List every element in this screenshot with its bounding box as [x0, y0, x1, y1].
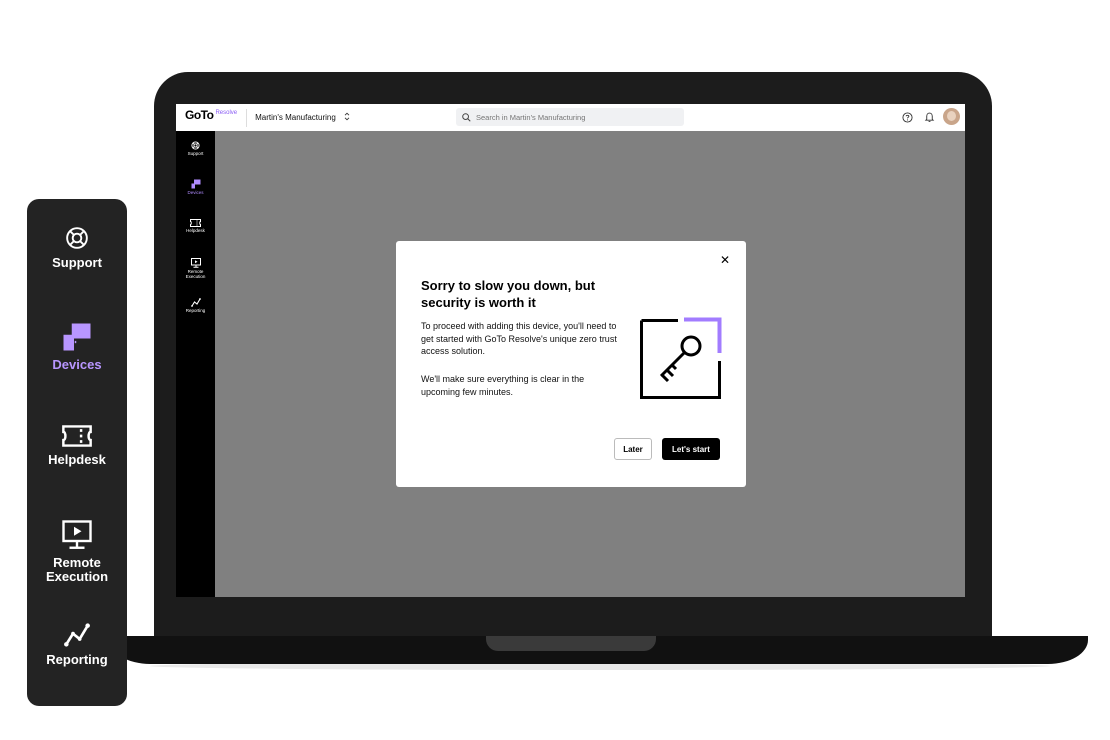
mini-sidebar-label: Reporting — [185, 308, 206, 313]
mini-sidebar-item-reporting[interactable]: Reporting — [176, 298, 215, 314]
laptop-notch — [486, 636, 656, 651]
bell-icon[interactable] — [924, 110, 935, 128]
key-illustration-icon — [640, 317, 722, 399]
top-bar: GoTo Resolve Martin's Manufacturing — [176, 104, 965, 131]
sidebar-item-label: Support — [52, 255, 102, 270]
devices-icon — [63, 323, 91, 351]
mini-sidebar: Support Devices Helpdesk Remote Executio… — [176, 131, 215, 597]
search-input[interactable] — [476, 112, 666, 122]
divider — [246, 108, 248, 127]
mini-sidebar-item-devices[interactable]: Devices — [176, 179, 215, 196]
sidebar-item-label: Devices — [52, 357, 102, 372]
logo-text: GoTo — [185, 107, 214, 122]
search-icon — [462, 112, 471, 122]
search-bar[interactable] — [456, 108, 684, 126]
sidebar-item-reporting[interactable]: Reporting — [27, 623, 127, 667]
modal-paragraph-1: To proceed with adding this device, you'… — [421, 321, 617, 356]
devices-icon — [191, 179, 200, 189]
security-modal: ✕ Sorry to slow you down, but security i… — [396, 241, 746, 487]
modal-title: Sorry to slow you down, but security is … — [421, 278, 596, 310]
ticket-icon — [190, 219, 201, 227]
chart-line-icon — [64, 623, 90, 647]
mini-sidebar-item-helpdesk[interactable]: Helpdesk — [176, 219, 215, 234]
logo-sub: Resolve — [215, 109, 238, 116]
sidebar: Support Devices Helpdesk Remote Executio… — [27, 199, 127, 706]
goto-logo[interactable]: GoTo Resolve — [185, 108, 237, 128]
mini-sidebar-label: Remote Execution — [185, 269, 206, 279]
modal-paragraph-2: We'll make sure everything is clear in t… — [421, 374, 585, 397]
sidebar-item-label: Remote Execution — [45, 555, 109, 584]
monitor-play-icon — [190, 258, 201, 268]
mini-sidebar-label: Support — [187, 151, 204, 156]
mini-sidebar-item-remote-execution[interactable]: Remote Execution — [176, 258, 215, 280]
sidebar-item-support[interactable]: Support — [27, 226, 127, 270]
monitor-play-icon — [62, 520, 92, 549]
sidebar-item-label: Reporting — [46, 652, 108, 667]
mini-sidebar-label: Devices — [187, 190, 204, 195]
mini-sidebar-label: Helpdesk — [186, 228, 205, 233]
mini-sidebar-item-support[interactable]: Support — [176, 141, 215, 157]
chart-line-icon — [190, 298, 201, 307]
lets-start-button[interactable]: Let's start — [662, 438, 720, 460]
account-switch-chevron-icon[interactable] — [344, 112, 350, 123]
close-icon[interactable]: ✕ — [720, 254, 730, 266]
lifebuoy-icon — [66, 227, 88, 249]
sidebar-item-label: Helpdesk — [48, 452, 106, 467]
ticket-icon — [62, 425, 92, 447]
sidebar-item-devices[interactable]: Devices — [27, 322, 127, 372]
avatar[interactable] — [943, 108, 960, 125]
sidebar-item-remote-execution[interactable]: Remote Execution — [27, 520, 127, 584]
lifebuoy-icon — [191, 141, 200, 150]
sidebar-item-helpdesk[interactable]: Helpdesk — [27, 425, 127, 467]
account-name[interactable]: Martin's Manufacturing — [255, 113, 336, 122]
help-icon[interactable] — [902, 110, 913, 128]
later-button[interactable]: Later — [614, 438, 652, 460]
